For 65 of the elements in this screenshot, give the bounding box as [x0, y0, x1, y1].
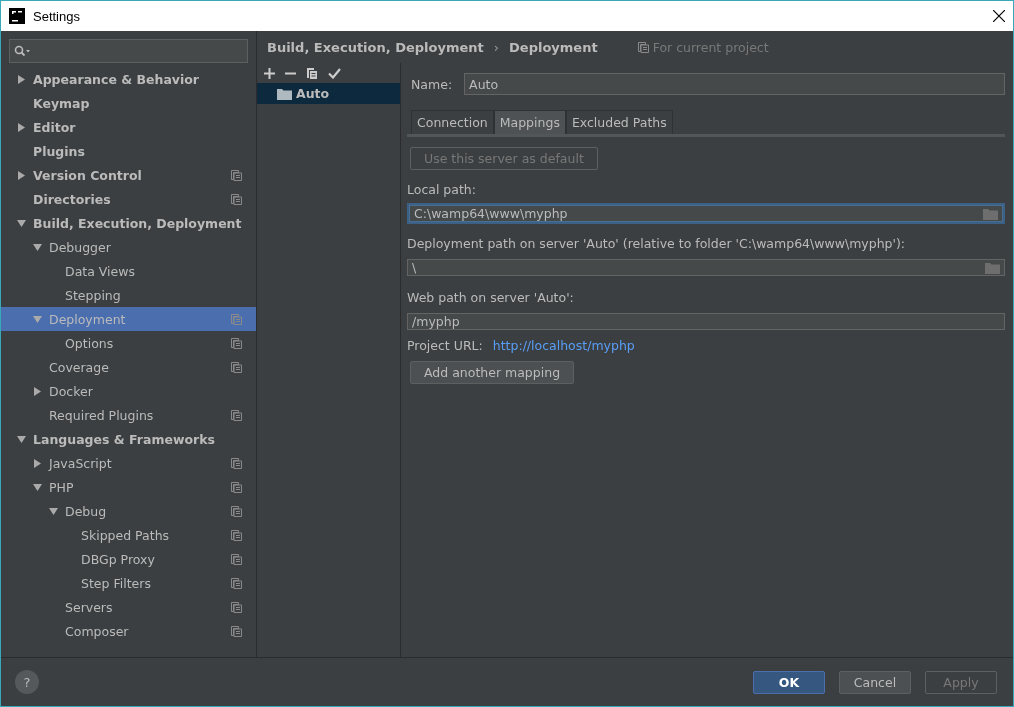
field-label: Deployment path on server 'Auto' (relative to folder 'C:\wamp64\www\myphp'):	[407, 236, 907, 251]
expand-arrow-icon[interactable]	[17, 74, 26, 84]
tree-item[interactable]: Docker	[1, 379, 256, 403]
path-input[interactable]: \	[412, 260, 985, 275]
help-button[interactable]: ?	[15, 670, 39, 694]
app-logo-icon	[9, 8, 25, 24]
folder-icon[interactable]	[277, 87, 292, 100]
expand-arrow-icon[interactable]	[33, 386, 42, 396]
expand-arrow-icon[interactable]	[17, 122, 26, 132]
tree-item[interactable]: Data Views	[1, 259, 256, 283]
server-item[interactable]: Auto	[257, 83, 400, 104]
checkmark-icon[interactable]	[328, 67, 341, 79]
tree-item[interactable]: DBGp Proxy	[1, 547, 256, 571]
scope-label: For current project	[652, 39, 769, 55]
close-icon[interactable]	[993, 10, 1005, 22]
search-icon	[14, 45, 30, 57]
tree-item[interactable]: Plugins	[1, 139, 256, 163]
expand-arrow-icon[interactable]	[17, 170, 26, 180]
breadcrumb-parent[interactable]: Build, Execution, Deployment	[267, 39, 484, 55]
breadcrumb-separator: ›	[493, 39, 500, 55]
collapse-arrow-icon[interactable]	[49, 506, 58, 516]
tree-item[interactable]: Version Control	[1, 163, 256, 187]
window-title: Settings	[33, 8, 81, 24]
add-mapping-button[interactable]: Add another mapping	[410, 361, 575, 384]
tree-item[interactable]: Languages & Frameworks	[1, 427, 256, 451]
tree-item[interactable]: Debug	[1, 499, 256, 523]
tab[interactable]: Connection	[411, 110, 494, 134]
tree-item[interactable]: Build, Execution, Deployment	[1, 211, 256, 235]
dialog-button[interactable]: Cancel	[839, 670, 911, 694]
collapse-arrow-icon[interactable]	[17, 434, 26, 444]
add-icon[interactable]	[264, 67, 275, 79]
tree-item[interactable]: Step Filters	[1, 571, 256, 595]
expand-arrow-icon[interactable]	[33, 458, 42, 468]
tab[interactable]: Excluded Paths	[565, 110, 673, 134]
tree-item[interactable]: Editor	[1, 115, 256, 139]
breadcrumb-current: Deployment	[509, 39, 598, 55]
project-url-label: Project URL:	[407, 338, 483, 353]
tree-item[interactable]: Stepping	[1, 283, 256, 307]
tree-item[interactable]: Composer	[1, 619, 256, 643]
name-label: Name:	[411, 76, 453, 92]
collapse-arrow-icon[interactable]	[33, 482, 42, 492]
copy-icon[interactable]	[306, 67, 318, 79]
field-label: Local path:	[407, 182, 477, 197]
tab[interactable]: Mappings	[493, 110, 566, 134]
tree-item[interactable]: Debugger	[1, 235, 256, 259]
tree-item[interactable]: Required Plugins	[1, 403, 256, 427]
tree-item[interactable]: Appearance & Behavior	[1, 67, 256, 91]
project-copy-icon	[637, 41, 649, 53]
tree-item[interactable]: Coverage	[1, 355, 256, 379]
dialog-button[interactable]: OK	[753, 670, 825, 694]
tree-item[interactable]: Options	[1, 331, 256, 355]
project-url-link[interactable]: http://localhost/myphp	[492, 338, 635, 353]
collapse-arrow-icon[interactable]	[33, 242, 42, 252]
tree-item[interactable]: PHP	[1, 475, 256, 499]
tree-item[interactable]: JavaScript	[1, 451, 256, 475]
path-field[interactable]: \	[407, 259, 1005, 276]
collapse-arrow-icon[interactable]	[17, 218, 26, 228]
search-field[interactable]	[9, 39, 248, 63]
path-input[interactable]: C:\wamp64\www\myphp	[414, 206, 983, 221]
tree-item[interactable]: Keymap	[1, 91, 256, 115]
tree-item[interactable]: Skipped Paths	[1, 523, 256, 547]
field-label: Web path on server 'Auto':	[407, 290, 575, 305]
tree-item[interactable]: Servers	[1, 595, 256, 619]
path-field[interactable]: C:\wamp64\www\myphp	[409, 205, 1003, 222]
tree-item[interactable]: Directories	[1, 187, 256, 211]
